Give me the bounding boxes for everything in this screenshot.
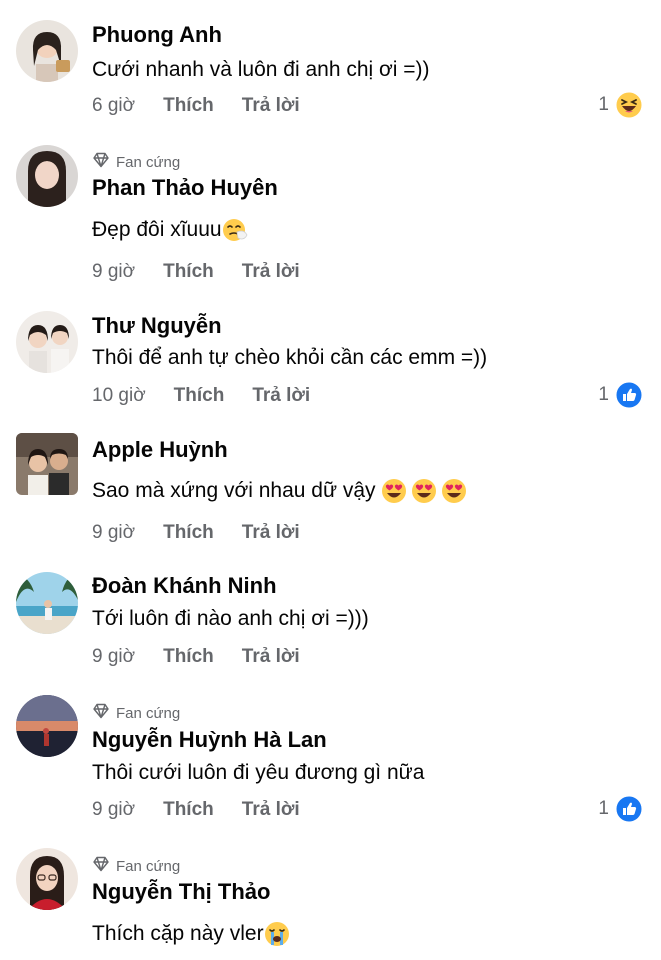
comment-text: Sao mà xứng với nhau dữ vậy xyxy=(92,478,467,504)
comment-text: Đẹp đôi xĩuuu xyxy=(92,217,248,243)
avatar[interactable] xyxy=(16,145,78,207)
commenter-name[interactable]: Nguyễn Thị Thảo xyxy=(92,879,270,905)
commenter-name[interactable]: Thư Nguyễn xyxy=(92,313,222,339)
diamond-icon xyxy=(92,856,110,876)
reply-button[interactable]: Trả lời xyxy=(242,799,300,821)
commenter-name[interactable]: Phuong Anh xyxy=(92,22,222,48)
avatar[interactable] xyxy=(16,848,78,910)
crying-face-icon xyxy=(264,921,290,947)
comment-text-content: Thôi cưới luôn đi yêu đương gì nữa xyxy=(92,761,425,784)
like-button[interactable]: Thích xyxy=(174,385,225,407)
reaction-summary[interactable]: 1 xyxy=(598,91,643,119)
commenter-name[interactable]: Phan Thảo Huyên xyxy=(92,175,278,201)
commenter-name[interactable]: Đoàn Khánh Ninh xyxy=(92,573,277,599)
comment-text: Thích cặp này vler xyxy=(92,921,290,947)
like-button[interactable]: Thích xyxy=(163,646,214,668)
reply-button[interactable]: Trả lời xyxy=(252,385,310,407)
fan-badge: Fan cứng xyxy=(92,856,180,876)
reply-button[interactable]: Trả lời xyxy=(242,95,300,117)
comment-time[interactable]: 9 giờ xyxy=(92,646,135,668)
comment-time[interactable]: 9 giờ xyxy=(92,261,135,283)
comment-text: Thôi để anh tự chèo khỏi cần các emm =)) xyxy=(92,346,487,370)
heart-eyes-icon xyxy=(381,478,407,504)
comment-meta: 9 giờ Thích Trả lời xyxy=(92,261,300,283)
like-reaction-icon xyxy=(615,381,643,409)
fan-badge-label: Fan cứng xyxy=(116,153,181,171)
reaction-summary[interactable]: 1 xyxy=(598,795,643,823)
comment-text-content: Đẹp đôi xĩuuu xyxy=(92,218,222,241)
like-reaction-icon xyxy=(615,795,643,823)
like-button[interactable]: Thích xyxy=(163,799,214,821)
fan-badge-label: Fan cứng xyxy=(116,704,181,722)
comment-text: Cưới nhanh và luôn đi anh chị ơi =)) xyxy=(92,58,430,82)
fan-badge: Fan cứng xyxy=(92,703,180,723)
comment-text: Tới luôn đi nào anh chị ơi =))) xyxy=(92,607,369,631)
laugh-reaction-icon xyxy=(615,91,643,119)
comment-text-content: Thích cặp này vler xyxy=(92,922,264,945)
reply-button[interactable]: Trả lời xyxy=(242,261,300,283)
reaction-count: 1 xyxy=(598,94,609,115)
avatar[interactable] xyxy=(16,433,78,495)
comment-time[interactable]: 10 giờ xyxy=(92,385,146,407)
heart-eyes-icon xyxy=(411,478,437,504)
reaction-count: 1 xyxy=(598,384,609,405)
sneezing-face-icon xyxy=(222,217,248,243)
like-button[interactable]: Thích xyxy=(163,522,214,544)
comment-meta: 10 giờ Thích Trả lời xyxy=(92,385,310,407)
like-button[interactable]: Thích xyxy=(163,95,214,117)
reply-button[interactable]: Trả lời xyxy=(242,522,300,544)
comment-time[interactable]: 6 giờ xyxy=(92,95,135,117)
diamond-icon xyxy=(92,703,110,723)
comment-meta: 9 giờ Thích Trả lời xyxy=(92,646,300,668)
avatar[interactable] xyxy=(16,311,78,373)
comment-time[interactable]: 9 giờ xyxy=(92,522,135,544)
diamond-icon xyxy=(92,152,110,172)
fan-badge-label: Fan cứng xyxy=(116,857,181,875)
commenter-name[interactable]: Apple Huỳnh xyxy=(92,437,228,463)
comment-meta: 6 giờ Thích Trả lời xyxy=(92,95,300,117)
comment-meta: 9 giờ Thích Trả lời xyxy=(92,799,300,821)
fan-badge: Fan cứng xyxy=(92,152,180,172)
reaction-summary[interactable]: 1 xyxy=(598,381,643,409)
commenter-name[interactable]: Nguyễn Huỳnh Hà Lan xyxy=(92,727,327,753)
avatar[interactable] xyxy=(16,695,78,757)
reply-button[interactable]: Trả lời xyxy=(242,646,300,668)
comment-time[interactable]: 9 giờ xyxy=(92,799,135,821)
comment-meta: 9 giờ Thích Trả lời xyxy=(92,522,300,544)
comment-text-content: Cưới nhanh và luôn đi anh chị ơi =)) xyxy=(92,58,430,81)
like-button[interactable]: Thích xyxy=(163,261,214,283)
comment-text-content: Thôi để anh tự chèo khỏi cần các emm =)) xyxy=(92,346,488,369)
heart-eyes-icon xyxy=(441,478,467,504)
comment-text-content: Sao mà xứng với nhau dữ vậy xyxy=(92,479,382,502)
avatar[interactable] xyxy=(16,20,78,82)
comment-text-content: Tới luôn đi nào anh chị ơi =))) xyxy=(92,607,369,630)
avatar[interactable] xyxy=(16,572,78,634)
reaction-count: 1 xyxy=(598,798,609,819)
comment-text: Thôi cưới luôn đi yêu đương gì nữa xyxy=(92,761,424,785)
